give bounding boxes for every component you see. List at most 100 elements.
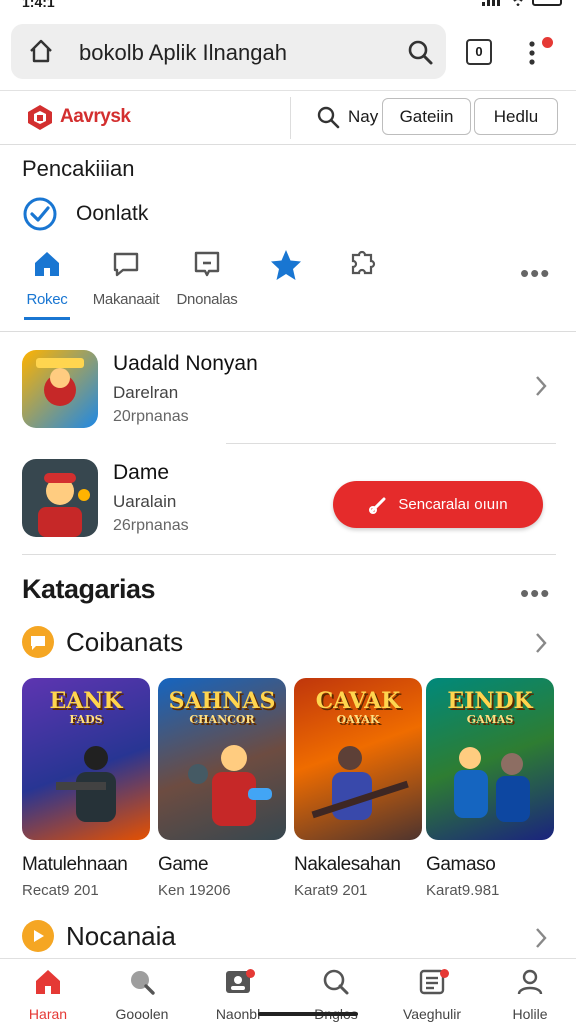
link-icon (369, 497, 386, 514)
nav-updates[interactable]: Vaeghulir (384, 967, 480, 1022)
category-group-title: Coibanats (66, 626, 184, 657)
install-button[interactable]: Sencaralaı oıuın (333, 481, 543, 528)
chevron-right-icon[interactable] (534, 926, 548, 950)
game-carousel: EANK FADS Matulehnaan Recat9 201 SAHNAS CH… (22, 678, 562, 899)
brand-icon (28, 105, 52, 130)
tab-label: Rokec (26, 291, 68, 308)
more-horiz-icon[interactable]: ••• (520, 578, 550, 609)
wifi-icon (513, 0, 523, 6)
app-title: Uadald Nonyan (113, 352, 258, 375)
nav-search[interactable]: Gooolen (94, 967, 190, 1022)
search-icon (317, 106, 340, 129)
battery-icon (532, 0, 562, 6)
home-icon (35, 252, 59, 276)
star-icon (271, 250, 301, 280)
brand-logo[interactable]: Aavrysk (26, 103, 131, 131)
play-badge-icon (22, 920, 54, 952)
message-icon (194, 251, 220, 277)
chat-icon (113, 252, 139, 277)
nav-profile[interactable]: Holile (482, 967, 576, 1022)
app-icon (22, 350, 98, 428)
search-icon (131, 971, 155, 995)
tab-makanaait[interactable]: Makanaait (90, 248, 162, 308)
nav-home[interactable]: Haran (0, 967, 96, 1022)
status-time: 1:4:1 (22, 0, 55, 10)
game-title: Game (158, 854, 209, 875)
game-card[interactable]: EANK FADS Matulehnaan Recat9 201 (22, 678, 150, 899)
verified-label: Oonlatk (76, 202, 149, 225)
store-search-button[interactable]: Nay (316, 105, 378, 129)
status-bar: 1:4:1 (0, 0, 576, 14)
app-subtitle: Uaralain (113, 492, 177, 511)
profile-icon (517, 969, 543, 995)
nav-label: Haran (28, 1006, 68, 1022)
signal-icon (482, 0, 500, 6)
brand-name: Aavrysk (60, 106, 131, 127)
game-card[interactable]: EINDK GAMAS Gamaso Karat9.981 (426, 678, 554, 899)
home-indicator (258, 1012, 358, 1016)
notification-dot (542, 37, 553, 48)
game-card[interactable]: CAVAK OAYAK Nakalesahan Karat9 201 (294, 678, 422, 899)
tabs-button[interactable]: 0 (466, 39, 492, 65)
chat-badge-icon (22, 626, 54, 658)
tab-favorites[interactable] (266, 248, 306, 287)
tab-dnonalas[interactable]: Dnonalas (172, 248, 242, 308)
category-tabs: Rokec Makanaait Dnonalas ••• (0, 248, 576, 332)
app-subtitle: Darelran (113, 383, 179, 402)
category-group-header[interactable]: Coibanats (22, 626, 183, 658)
tab-label: Makanaait (92, 291, 160, 308)
game-logo: SAHNAS CHANCOR (168, 688, 276, 726)
chevron-right-icon (536, 376, 547, 396)
categories-title: Katagarias (22, 574, 156, 604)
home-icon[interactable] (27, 37, 55, 65)
search-icon[interactable] (406, 38, 434, 66)
search-icon (323, 969, 349, 995)
game-card[interactable]: SAHNAS CHANCOR Game Ken 19206 (158, 678, 286, 899)
more-vert-icon[interactable] (527, 40, 537, 66)
check-circle-icon (23, 197, 57, 231)
game-title: Matulehnaan (22, 854, 128, 875)
game-logo: EINDK GAMAS (447, 688, 533, 726)
puzzle-icon (351, 250, 376, 275)
get-button[interactable]: Gateiin (382, 98, 471, 135)
game-title: Gamaso (426, 854, 496, 875)
nav-label: Gooolen (115, 1006, 169, 1022)
game-art: SAHNAS CHANCOR (158, 678, 286, 840)
tab-rokec[interactable]: Rokec (22, 248, 72, 320)
game-title: Nakalesahan (294, 854, 401, 875)
search-bar[interactable]: bokolb Aplik Ilnangah (11, 24, 446, 79)
divider (226, 443, 556, 444)
chevron-right-icon[interactable] (534, 631, 548, 655)
nav-badge (246, 969, 255, 978)
game-logo: EANK FADS (49, 688, 123, 726)
divider (22, 554, 556, 555)
nav-label: Holile (512, 1006, 548, 1022)
home-icon (36, 970, 60, 994)
game-meta: Karat9.981 (426, 882, 500, 899)
game-art: EINDK GAMAS (426, 678, 554, 840)
nav-label: Vaeghulir (402, 1006, 462, 1022)
game-logo: CAVAK OAYAK (315, 688, 401, 726)
section-title: Pencakiiian (22, 156, 135, 181)
more-horiz-icon[interactable]: ••• (520, 258, 550, 289)
nav-badge (440, 969, 449, 978)
game-art: EANK FADS (22, 678, 150, 840)
help-button[interactable]: Hedlu (474, 98, 558, 135)
store-header: Aavrysk Nay Gateiin Hedlu (0, 90, 576, 145)
app-icon (22, 459, 98, 537)
game-meta: Ken 19206 (158, 882, 231, 899)
game-art: CAVAK OAYAK (294, 678, 422, 840)
app-meta: 20rpnanas (113, 408, 189, 425)
verified-row[interactable]: Oonlatk (22, 196, 148, 232)
tab-label: Dnonalas (176, 291, 238, 308)
category-group-title: Nocanaia (66, 920, 176, 951)
game-meta: Recat9 201 (22, 882, 99, 899)
search-input[interactable]: bokolb Aplik Ilnangah (79, 40, 287, 66)
divider (290, 97, 291, 139)
game-meta: Karat9 201 (294, 882, 368, 899)
category-group-header[interactable]: Nocanaia (22, 920, 176, 952)
tab-extensions[interactable] (342, 248, 382, 285)
install-label: Sencaralaı oıuın (398, 496, 508, 513)
app-meta: 26rpnanas (113, 517, 189, 534)
system-icons (482, 0, 562, 6)
